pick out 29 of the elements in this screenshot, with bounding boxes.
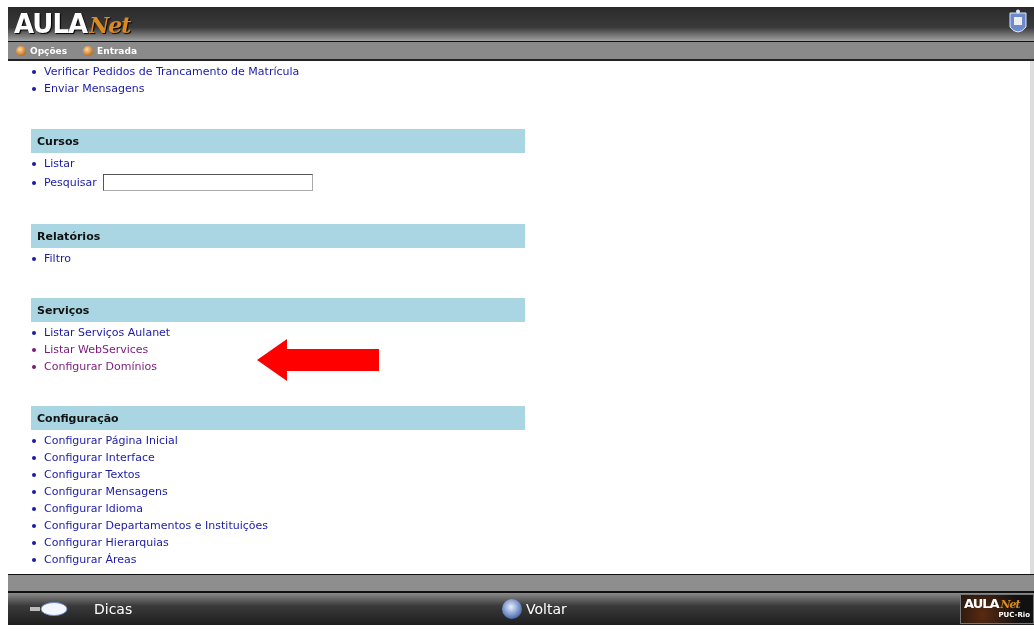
menu-link[interactable]: Pesquisar: [44, 176, 97, 189]
menu-link[interactable]: Listar Serviços Aulanet: [44, 326, 171, 339]
aulanet-logo: AULANet: [14, 9, 131, 39]
tips-link[interactable]: Dicas: [94, 601, 133, 617]
menu-link[interactable]: Configurar Mensagens: [44, 485, 168, 498]
menu-link[interactable]: Enviar Mensagens: [44, 82, 145, 95]
back-button[interactable]: Voltar: [502, 599, 567, 619]
menu-link[interactable]: Verificar Pedidos de Trancamento de Matrícula: [44, 65, 300, 78]
section-header: Cursos: [31, 129, 525, 153]
badge-logo-script: Net: [1000, 598, 1020, 611]
lightbulb-icon: [30, 602, 68, 616]
orb-icon: [502, 599, 522, 619]
menu-link[interactable]: Configurar Departamentos e Instituições: [44, 519, 268, 532]
menu-link[interactable]: Listar WebServices: [44, 343, 149, 356]
menu-link[interactable]: Configurar Interface: [44, 451, 155, 464]
menu-link[interactable]: Listar: [44, 157, 75, 170]
badge-logo-text: AULA: [964, 596, 999, 611]
menu-link[interactable]: Configurar Hierarquias: [44, 536, 169, 549]
search-field[interactable]: [102, 174, 313, 191]
section-header: Configuração: [31, 406, 525, 430]
arrow-icon: [257, 339, 379, 381]
menu-link[interactable]: Filtro: [44, 252, 71, 265]
section-header: Relatórios: [31, 224, 525, 248]
section-header: Serviços: [31, 298, 525, 322]
menu-link[interactable]: Configurar Domínios: [44, 360, 157, 373]
menu-link[interactable]: Configurar Áreas: [44, 553, 137, 566]
menu-link[interactable]: Configurar Textos: [44, 468, 141, 481]
menu-link[interactable]: Configurar Página Inicial: [44, 434, 178, 447]
menu-link[interactable]: Configurar Idioma: [44, 502, 144, 515]
